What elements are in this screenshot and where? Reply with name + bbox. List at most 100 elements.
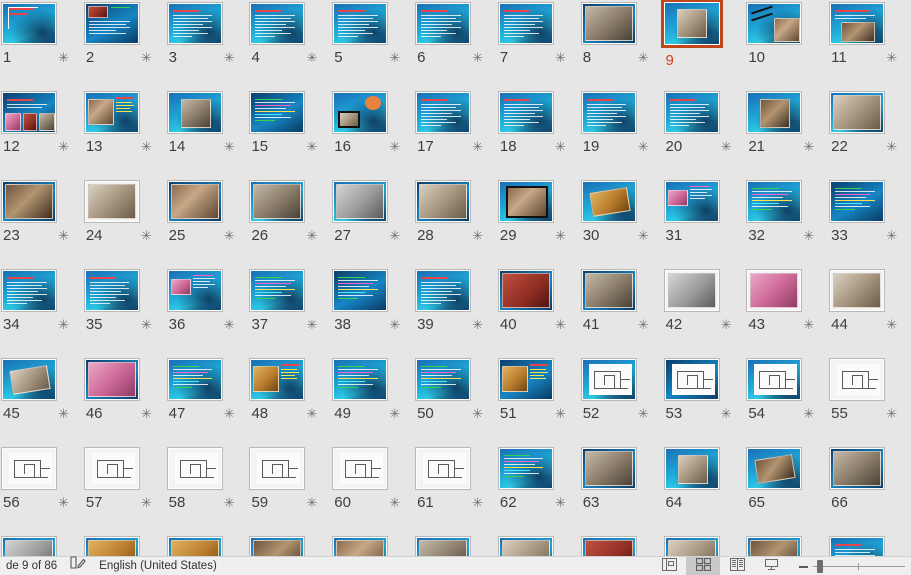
slide-thumbnail-34[interactable] [1, 269, 57, 312]
slide-thumbnail-53[interactable] [663, 358, 720, 401]
slide-thumbnail-55[interactable] [829, 358, 886, 401]
slide-cell[interactable]: 21 ✳ [745, 91, 828, 180]
slide-thumbnail-30[interactable] [580, 180, 637, 223]
slide-thumbnail-32[interactable] [746, 180, 803, 223]
slide-cell[interactable]: 33 ✳ [828, 180, 911, 269]
slide-thumbnail-50[interactable] [415, 358, 472, 401]
slide-cell[interactable]: 70 [248, 536, 331, 556]
slide-cell[interactable]: 16 ✳ [331, 91, 414, 180]
slide-cell[interactable]: 5 ✳ [331, 2, 414, 91]
slide-thumbnail-26[interactable] [249, 180, 306, 223]
slide-thumbnail-10[interactable] [746, 2, 803, 45]
slide-thumbnail-44[interactable] [829, 269, 886, 312]
slide-thumbnail-4[interactable] [249, 2, 306, 45]
slide-cell[interactable]: 43 ✳ [745, 269, 828, 358]
slide-cell[interactable]: 67 [0, 536, 83, 556]
slide-cell[interactable]: 7 ✳ [497, 2, 580, 91]
slide-cell[interactable]: 26 ✳ [248, 180, 331, 269]
zoom-slider-handle[interactable] [816, 559, 823, 573]
zoom-out-button[interactable] [798, 561, 809, 572]
slide-cell[interactable]: 76 [745, 536, 828, 556]
slide-thumbnail-1[interactable] [1, 2, 57, 45]
slide-thumbnail-68[interactable] [83, 536, 140, 556]
slide-cell[interactable]: 49 ✳ [331, 358, 414, 447]
slide-cell[interactable]: 8 ✳ [580, 2, 663, 91]
slide-thumbnail-39[interactable] [415, 269, 472, 312]
slide-thumbnail-33[interactable] [829, 180, 886, 223]
slide-thumbnail-15[interactable] [249, 91, 306, 134]
slide-cell[interactable]: 73 [497, 536, 580, 556]
slide-thumbnail-21[interactable] [746, 91, 803, 134]
slide-thumbnail-14[interactable] [166, 91, 223, 134]
zoom-slider[interactable] [813, 557, 905, 575]
slide-cell[interactable]: 39 ✳ [414, 269, 497, 358]
slide-thumbnail-43[interactable] [746, 269, 803, 312]
slide-thumbnail-52[interactable] [580, 358, 637, 401]
slide-cell[interactable]: 2 ✳ [83, 2, 166, 91]
slide-thumbnail-70[interactable] [249, 536, 306, 556]
slide-cell[interactable]: 54 ✳ [745, 358, 828, 447]
slide-indicator[interactable]: de 9 of 86 [0, 557, 63, 575]
slide-thumbnail-58[interactable] [166, 447, 223, 490]
slide-thumbnail-11[interactable] [829, 2, 886, 45]
slide-cell[interactable]: 72 [414, 536, 497, 556]
slide-thumbnail-8[interactable] [580, 2, 637, 45]
slide-cell[interactable]: 34 ✳ [0, 269, 83, 358]
slide-cell[interactable]: 11 ✳ [828, 2, 911, 91]
slide-thumbnail-48[interactable] [249, 358, 306, 401]
reading-view-button[interactable] [720, 557, 754, 575]
slide-cell[interactable]: 64 [663, 447, 746, 536]
zoom-control[interactable] [788, 557, 911, 575]
slide-cell[interactable]: 48 ✳ [248, 358, 331, 447]
slide-cell[interactable]: 53 ✳ [663, 358, 746, 447]
slide-thumbnail-59[interactable] [249, 447, 306, 490]
slide-cell[interactable]: 19 ✳ [580, 91, 663, 180]
slide-cell[interactable]: 45 ✳ [0, 358, 83, 447]
slide-thumbnail-40[interactable] [497, 269, 554, 312]
slide-thumbnail-29[interactable] [497, 180, 554, 223]
slide-thumbnail-51[interactable] [497, 358, 554, 401]
slide-thumbnail-61[interactable] [415, 447, 472, 490]
slide-thumbnail-23[interactable] [1, 180, 57, 223]
slide-cell[interactable]: 52 ✳ [580, 358, 663, 447]
slide-cell[interactable]: 37 ✳ [248, 269, 331, 358]
slide-thumbnail-7[interactable] [497, 2, 554, 45]
slide-cell[interactable]: 3 ✳ [166, 2, 249, 91]
slide-thumbnail-42[interactable] [663, 269, 720, 312]
slide-thumbnail-77[interactable] [829, 536, 886, 556]
slide-cell[interactable]: 30 ✳ [580, 180, 663, 269]
slide-thumbnail-38[interactable] [332, 269, 389, 312]
slide-cell[interactable]: 23 ✳ [0, 180, 83, 269]
slide-cell[interactable]: 77 [828, 536, 911, 556]
slide-cell[interactable]: 74 [580, 536, 663, 556]
slide-sorter-canvas[interactable]: 1 ✳ 2 ✳ 3 ✳ 4 ✳ 5 ✳ 6 ✳ 7 ✳ 8 ✳ 9 10 11 ✳ 12 ✳ 13 ✳ 14 ✳ 15 ✳ 16 ✳ 17 ✳… [0, 0, 911, 556]
slide-thumbnail-24[interactable] [83, 180, 140, 223]
slide-thumbnail-57[interactable] [83, 447, 140, 490]
slide-cell[interactable]: 15 ✳ [248, 91, 331, 180]
slide-cell[interactable]: 62 ✳ [497, 447, 580, 536]
slide-thumbnail-36[interactable] [166, 269, 223, 312]
slide-cell[interactable]: 71 [331, 536, 414, 556]
slide-cell[interactable]: 56 ✳ [0, 447, 83, 536]
slide-cell[interactable]: 18 ✳ [497, 91, 580, 180]
slide-thumbnail-63[interactable] [580, 447, 637, 490]
slide-thumbnail-2[interactable] [83, 2, 140, 45]
slide-thumbnail-37[interactable] [249, 269, 306, 312]
slide-cell[interactable]: 68 [83, 536, 166, 556]
slide-cell[interactable]: 44 ✳ [828, 269, 911, 358]
slide-thumbnail-31[interactable] [663, 180, 720, 223]
slide-cell[interactable]: 13 ✳ [83, 91, 166, 180]
slide-cell[interactable]: 42 ✳ [663, 269, 746, 358]
slide-cell[interactable]: 63 [580, 447, 663, 536]
slide-thumbnail-41[interactable] [580, 269, 637, 312]
slide-thumbnail-16[interactable] [332, 91, 389, 134]
slide-thumbnail-73[interactable] [497, 536, 554, 556]
slide-cell[interactable]: 29 ✳ [497, 180, 580, 269]
slide-thumbnail-19[interactable] [580, 91, 637, 134]
slide-cell[interactable]: 24 ✳ [83, 180, 166, 269]
slide-cell[interactable]: 50 ✳ [414, 358, 497, 447]
slide-cell[interactable]: 25 ✳ [166, 180, 249, 269]
slide-thumbnail-9[interactable] [660, 0, 723, 48]
slide-cell[interactable]: 32 ✳ [745, 180, 828, 269]
slide-thumbnail-69[interactable] [166, 536, 223, 556]
